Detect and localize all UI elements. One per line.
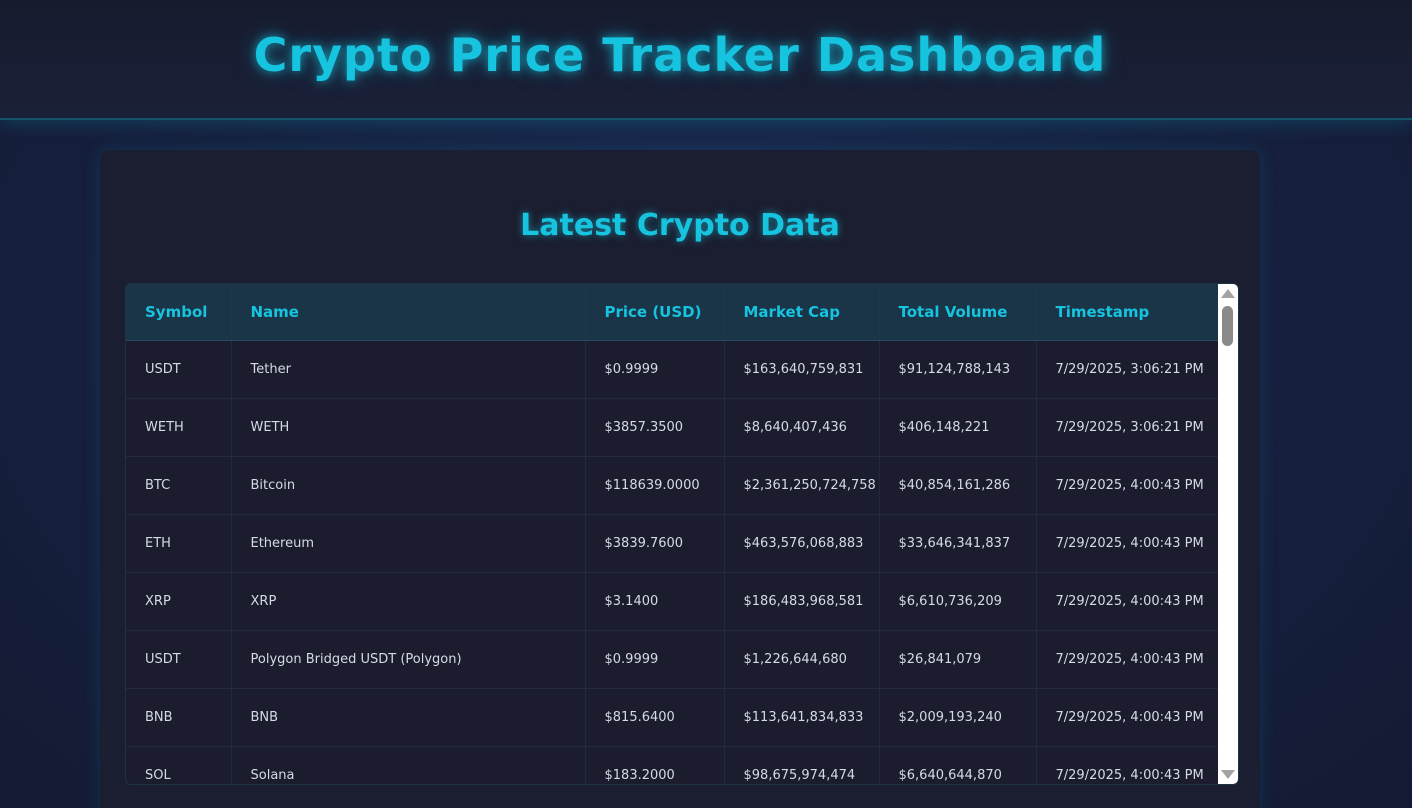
cell-price: $815.6400 <box>585 688 725 747</box>
crypto-table-container[interactable]: Symbol Name Price (USD) Market Cap Total… <box>125 283 1239 785</box>
cell-market-cap: $1,226,644,680 <box>724 630 880 689</box>
table-row: WETH WETH $3857.3500 $8,640,407,436 $406… <box>126 398 1218 457</box>
table-row: ETH Ethereum $3839.7600 $463,576,068,883… <box>126 514 1218 573</box>
cell-name: Tether <box>231 340 586 399</box>
column-header-timestamp[interactable]: Timestamp <box>1036 284 1218 341</box>
cell-timestamp: 7/29/2025, 4:00:43 PM <box>1036 456 1218 515</box>
cell-market-cap: $163,640,759,831 <box>724 340 880 399</box>
scroll-up-arrow-icon[interactable] <box>1221 289 1235 298</box>
cell-name: XRP <box>231 572 586 631</box>
column-header-name[interactable]: Name <box>231 284 586 341</box>
app-title: Crypto Price Tracker Dashboard <box>253 28 1107 82</box>
cell-name: WETH <box>231 398 586 457</box>
vertical-scrollbar[interactable] <box>1218 284 1238 784</box>
cell-timestamp: 7/29/2025, 4:00:43 PM <box>1036 630 1218 689</box>
cell-price: $3.1400 <box>585 572 725 631</box>
cell-price: $3839.7600 <box>585 514 725 573</box>
column-header-symbol[interactable]: Symbol <box>126 284 232 341</box>
cell-price: $3857.3500 <box>585 398 725 457</box>
cell-total-volume: $6,640,644,870 <box>879 746 1037 784</box>
cell-price: $0.9999 <box>585 340 725 399</box>
cell-market-cap: $8,640,407,436 <box>724 398 880 457</box>
cell-symbol: BNB <box>126 688 232 747</box>
cell-market-cap: $186,483,968,581 <box>724 572 880 631</box>
cell-symbol: BTC <box>126 456 232 515</box>
cell-timestamp: 7/29/2025, 4:00:43 PM <box>1036 572 1218 631</box>
cell-timestamp: 7/29/2025, 4:00:43 PM <box>1036 514 1218 573</box>
cell-name: BNB <box>231 688 586 747</box>
scroll-down-arrow-icon[interactable] <box>1221 770 1235 779</box>
top-header: Crypto Price Tracker Dashboard <box>0 0 1412 120</box>
cell-total-volume: $33,646,341,837 <box>879 514 1037 573</box>
cell-price: $118639.0000 <box>585 456 725 515</box>
cell-name: Polygon Bridged USDT (Polygon) <box>231 630 586 689</box>
cell-timestamp: 7/29/2025, 4:00:43 PM <box>1036 688 1218 747</box>
cell-total-volume: $40,854,161,286 <box>879 456 1037 515</box>
column-header-total-volume[interactable]: Total Volume <box>879 284 1037 341</box>
cell-name: Ethereum <box>231 514 586 573</box>
cell-market-cap: $463,576,068,883 <box>724 514 880 573</box>
cell-name: Solana <box>231 746 586 784</box>
table-row: XRP XRP $3.1400 $186,483,968,581 $6,610,… <box>126 572 1218 631</box>
table-row: USDT Tether $0.9999 $163,640,759,831 $91… <box>126 340 1218 399</box>
cell-total-volume: $6,610,736,209 <box>879 572 1037 631</box>
cell-symbol: SOL <box>126 746 232 784</box>
table-row: SOL Solana $183.2000 $98,675,974,474 $6,… <box>126 746 1218 784</box>
column-header-price[interactable]: Price (USD) <box>585 284 725 341</box>
column-header-market-cap[interactable]: Market Cap <box>724 284 880 341</box>
cell-symbol: USDT <box>126 630 232 689</box>
cell-market-cap: $113,641,834,833 <box>724 688 880 747</box>
cell-name: Bitcoin <box>231 456 586 515</box>
table-row: BNB BNB $815.6400 $113,641,834,833 $2,00… <box>126 688 1218 747</box>
table-row: USDT Polygon Bridged USDT (Polygon) $0.9… <box>126 630 1218 689</box>
scrollbar-thumb[interactable] <box>1222 306 1233 346</box>
cell-timestamp: 7/29/2025, 3:06:21 PM <box>1036 398 1218 457</box>
cell-symbol: XRP <box>126 572 232 631</box>
cell-price: $183.2000 <box>585 746 725 784</box>
cell-total-volume: $91,124,788,143 <box>879 340 1037 399</box>
cell-total-volume: $2,009,193,240 <box>879 688 1037 747</box>
table-row: BTC Bitcoin $118639.0000 $2,361,250,724,… <box>126 456 1218 515</box>
cell-symbol: USDT <box>126 340 232 399</box>
cell-price: $0.9999 <box>585 630 725 689</box>
table-header-row: Symbol Name Price (USD) Market Cap Total… <box>126 284 1218 341</box>
cell-total-volume: $406,148,221 <box>879 398 1037 457</box>
cell-symbol: WETH <box>126 398 232 457</box>
cell-market-cap: $98,675,974,474 <box>724 746 880 784</box>
cell-total-volume: $26,841,079 <box>879 630 1037 689</box>
section-title: Latest Crypto Data <box>520 208 840 243</box>
crypto-table: Symbol Name Price (USD) Market Cap Total… <box>126 284 1218 784</box>
cell-symbol: ETH <box>126 514 232 573</box>
crypto-table-scroll-area[interactable]: Symbol Name Price (USD) Market Cap Total… <box>126 284 1218 784</box>
cell-timestamp: 7/29/2025, 4:00:43 PM <box>1036 746 1218 784</box>
cell-market-cap: $2,361,250,724,758 <box>724 456 880 515</box>
cell-timestamp: 7/29/2025, 3:06:21 PM <box>1036 340 1218 399</box>
